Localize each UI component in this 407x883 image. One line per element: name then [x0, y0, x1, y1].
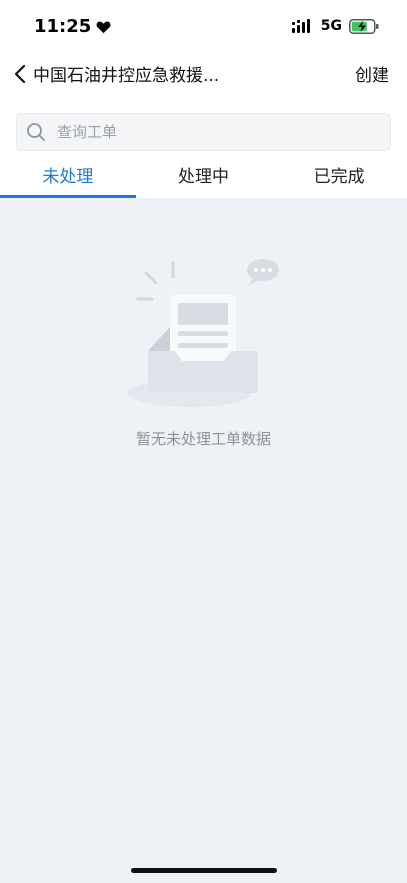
- status-time: 11:25: [34, 16, 111, 37]
- status-tabs: 未处理 处理中 已完成: [0, 156, 407, 198]
- status-bar: 11:25 5G: [0, 0, 407, 54]
- navigation-bar: 中国石油井控应急救援... 创建: [0, 54, 407, 94]
- signal-icon: [291, 19, 310, 33]
- search-input[interactable]: [57, 114, 377, 150]
- empty-inbox-illustration: [128, 259, 279, 407]
- battery-icon: [349, 18, 379, 34]
- network-type: 5G: [320, 18, 342, 34]
- search-box[interactable]: [16, 113, 391, 151]
- tab-completed[interactable]: 已完成: [271, 156, 407, 198]
- empty-message: 暂无未处理工单数据: [135, 430, 271, 448]
- back-chevron-icon[interactable]: [10, 63, 32, 85]
- heart-icon: [96, 21, 111, 33]
- empty-state: 暂无未处理工单数据: [0, 255, 407, 455]
- time-text: 11:25: [34, 16, 92, 37]
- tab-in-progress[interactable]: 处理中: [136, 156, 272, 198]
- tab-pending[interactable]: 未处理: [0, 156, 136, 198]
- home-indicator: [131, 868, 277, 873]
- page-title: 中国石油井控应急救援...: [33, 66, 220, 86]
- create-button[interactable]: 创建: [355, 61, 389, 86]
- header-panel: 11:25 5G 中国石油井控应急救援... 创建 查询工单 未处理 处理中 已…: [0, 0, 407, 198]
- search-icon: [27, 123, 45, 141]
- status-indicators: 5G: [291, 18, 379, 34]
